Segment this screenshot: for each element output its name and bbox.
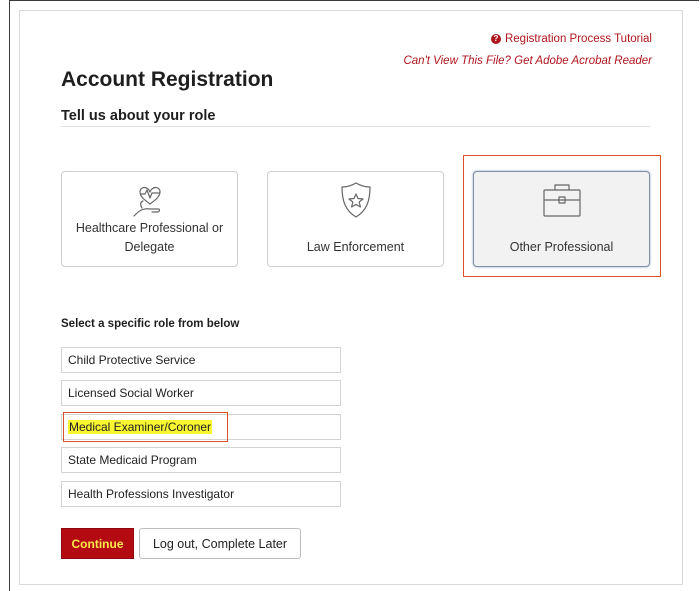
role-option-child-protective[interactable]: Child Protective Service (61, 347, 341, 373)
role-option-label: Health Professions Investigator (68, 487, 235, 501)
role-card-healthcare[interactable]: Healthcare Professional or Delegate (61, 171, 238, 267)
role-option-social-worker[interactable]: Licensed Social Worker (61, 380, 341, 406)
heart-hand-icon (62, 180, 237, 220)
section-divider (61, 126, 650, 127)
page-title: Account Registration (61, 68, 274, 91)
section-title: Tell us about your role (61, 108, 216, 124)
shield-star-icon (268, 180, 443, 220)
tutorial-link[interactable]: ? Registration Process Tutorial (403, 32, 652, 47)
role-option-label: Licensed Social Worker (68, 386, 194, 400)
annotation-box-medical-examiner (63, 412, 228, 442)
role-option-health-investigator[interactable]: Health Professions Investigator (61, 481, 341, 507)
specific-role-title: Select a specific role from below (61, 318, 240, 330)
annotation-box-other-professional (463, 155, 661, 277)
logout-complete-later-button[interactable]: Log out, Complete Later (139, 528, 301, 559)
continue-button[interactable]: Continue (61, 528, 134, 559)
role-option-label: State Medicaid Program (68, 453, 197, 467)
acrobat-reader-link[interactable]: Can't View This File? Get Adobe Acrobat … (403, 54, 652, 69)
role-option-medicaid[interactable]: State Medicaid Program (61, 447, 341, 473)
tutorial-link-label: Registration Process Tutorial (504, 33, 652, 45)
role-option-label: Child Protective Service (68, 353, 196, 367)
help-links: ? Registration Process Tutorial Can't Vie… (403, 32, 652, 69)
question-circle-icon: ? (490, 34, 501, 44)
role-card-law-enforcement[interactable]: Law Enforcement (267, 171, 444, 267)
role-card-label: Law Enforcement (306, 240, 405, 254)
role-card-label: Healthcare Professional or Delegate (75, 221, 224, 254)
